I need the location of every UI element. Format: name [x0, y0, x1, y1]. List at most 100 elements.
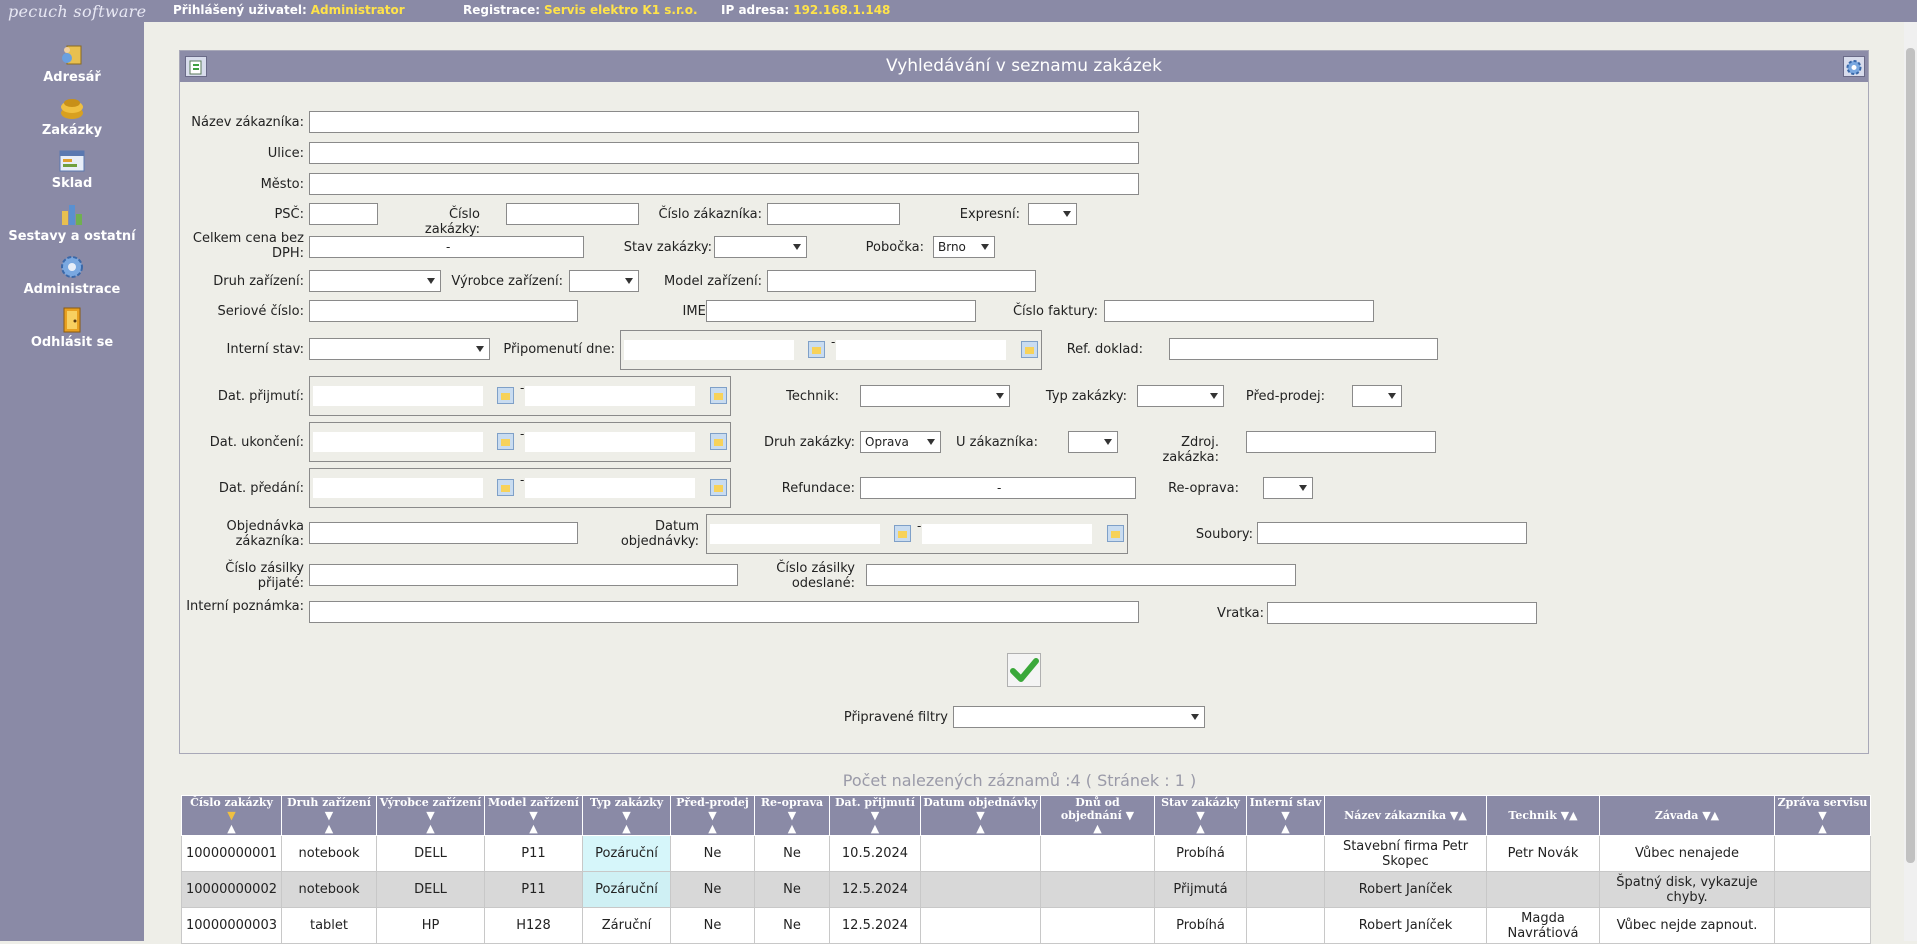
internal-state-select[interactable]	[309, 338, 490, 360]
results-table: Číslo zakázky ▼ ▲ Druh zařízení ▼ ▲ Výrobc…	[181, 795, 1871, 944]
date-received-range: -	[309, 376, 731, 416]
calendar-icon[interactable]	[710, 387, 727, 404]
customer-number-input[interactable]	[767, 203, 900, 225]
sidebar-item-reports[interactable]: Sestavy a ostatní	[0, 201, 144, 244]
at-customer-select[interactable]	[1068, 431, 1118, 453]
column-header[interactable]: Výrobce zařízení ▼ ▲	[376, 795, 485, 836]
column-header[interactable]: Re-oprava ▼ ▲	[754, 795, 830, 836]
column-header[interactable]: Závada ▼▲	[1599, 795, 1775, 836]
device-model-input[interactable]	[767, 270, 1036, 292]
calendar-icon[interactable]	[710, 433, 727, 450]
calendar-icon[interactable]	[710, 479, 727, 496]
internal-note-input[interactable]	[309, 601, 1139, 623]
table-row[interactable]: 10000000001 notebook DELL P11 Pozáruční …	[181, 835, 1871, 872]
files-input[interactable]	[1257, 522, 1527, 544]
calendar-icon[interactable]	[1107, 525, 1124, 542]
manufacturer-label: Výrobce zařízení:	[451, 274, 563, 289]
order-type-select[interactable]	[1137, 385, 1224, 407]
column-header[interactable]: Datum objednávky ▼ ▲	[920, 795, 1041, 836]
repair-again-select[interactable]	[1263, 477, 1313, 499]
scrollbar-thumb[interactable]	[1906, 48, 1915, 863]
address-book-icon	[62, 45, 82, 65]
sidebar-item-warehouse[interactable]: Sklad	[0, 148, 144, 191]
table-cell: Petr Novák	[1486, 835, 1600, 872]
table-row[interactable]: 10000000003 tablet HP H128 Záruční Ne Ne…	[181, 907, 1871, 944]
calendar-icon[interactable]	[497, 479, 514, 496]
reminder-date-to[interactable]	[836, 340, 1006, 360]
date-finished-to[interactable]	[525, 432, 695, 452]
column-header[interactable]: Stav zakázky ▼ ▲	[1154, 795, 1247, 836]
branch-selected-value: Brno	[938, 240, 966, 254]
date-finished-from[interactable]	[313, 432, 483, 452]
sidebar: Adresář Zakázky Sklad Sestavy a ostatní …	[0, 22, 144, 941]
imei-input[interactable]	[706, 300, 976, 322]
date-handover-to[interactable]	[525, 478, 695, 498]
column-header[interactable]: Číslo zakázky ▼ ▲	[181, 795, 282, 836]
logged-user-label: Přihlášený uživatel:	[173, 3, 307, 17]
ip-address: IP adresa: 192.168.1.148	[721, 3, 890, 17]
source-order-input[interactable]	[1246, 431, 1436, 453]
sidebar-item-orders[interactable]: Zakázky	[0, 95, 144, 138]
shipment-sent-input[interactable]	[866, 564, 1296, 586]
refund-range[interactable]: -	[860, 477, 1136, 499]
column-header[interactable]: Dnů od objednání ▼ ▲	[1040, 795, 1155, 836]
technician-select[interactable]	[860, 385, 1010, 407]
order-state-select[interactable]	[714, 236, 807, 258]
column-header[interactable]: Model zařízení ▼ ▲	[484, 795, 583, 836]
total-price-range[interactable]: -	[309, 236, 584, 258]
sidebar-item-logout[interactable]: Odhlásit se	[0, 307, 144, 350]
reminder-date-from[interactable]	[624, 340, 794, 360]
shipment-received-input[interactable]	[309, 564, 738, 586]
city-input[interactable]	[309, 173, 1139, 195]
prepared-filters-select[interactable]	[953, 706, 1205, 728]
table-cell: Pozáruční	[582, 871, 671, 908]
date-received-to[interactable]	[525, 386, 695, 406]
sidebar-item-address-book[interactable]: Adresář	[0, 42, 144, 85]
range-separator: -	[446, 240, 451, 254]
table-row[interactable]: 10000000002 notebook DELL P11 Pozáruční …	[181, 871, 1871, 908]
street-input[interactable]	[309, 142, 1139, 164]
device-type-select[interactable]	[309, 270, 441, 292]
column-header[interactable]: Druh zařízení ▼ ▲	[281, 795, 377, 836]
order-kind-select[interactable]: Oprava	[860, 431, 941, 453]
column-header[interactable]: Technik ▼▲	[1486, 795, 1600, 836]
logged-user: Přihlášený uživatel: Administrator	[173, 3, 405, 17]
page-scrollbar[interactable]	[1904, 22, 1917, 941]
ref-document-input[interactable]	[1169, 338, 1438, 360]
date-finished-label: Dat. ukončení:	[209, 435, 304, 450]
invoice-number-input[interactable]	[1104, 300, 1374, 322]
reminder-date-range: -	[620, 330, 1042, 370]
return-input[interactable]	[1267, 602, 1537, 624]
export-button[interactable]	[185, 56, 207, 77]
column-header[interactable]: Dat. přijmutí ▼ ▲	[829, 795, 921, 836]
column-header[interactable]: Před-prodej ▼ ▲	[670, 795, 755, 836]
sidebar-item-administration[interactable]: Administrace	[0, 254, 144, 297]
table-cell: Ne	[670, 907, 755, 944]
date-handover-from[interactable]	[313, 478, 483, 498]
order-number-input[interactable]	[506, 203, 639, 225]
customer-order-input[interactable]	[309, 522, 578, 544]
column-header[interactable]: Typ zakázky ▼ ▲	[582, 795, 671, 836]
settings-button[interactable]	[1843, 56, 1865, 77]
calendar-icon[interactable]	[497, 433, 514, 450]
column-header[interactable]: Zpráva servisu ▼ ▲	[1774, 795, 1871, 836]
calendar-icon[interactable]	[894, 525, 911, 542]
calendar-icon[interactable]	[1021, 341, 1038, 358]
table-cell: 12.5.2024	[829, 907, 921, 944]
column-header[interactable]: Název zákazníka ▼▲	[1324, 795, 1487, 836]
zip-input[interactable]	[309, 203, 378, 225]
search-submit-button[interactable]	[1007, 653, 1041, 687]
pre-sale-select[interactable]	[1352, 385, 1402, 407]
calendar-icon[interactable]	[497, 387, 514, 404]
column-header[interactable]: Interní stav ▼ ▲	[1246, 795, 1325, 836]
manufacturer-select[interactable]	[569, 270, 639, 292]
order-date-from[interactable]	[710, 524, 880, 544]
date-received-from[interactable]	[313, 386, 483, 406]
calendar-icon[interactable]	[808, 341, 825, 358]
serial-number-input[interactable]	[309, 300, 578, 322]
express-label: Expresní:	[959, 207, 1020, 222]
customer-name-input[interactable]	[309, 111, 1139, 133]
express-select[interactable]	[1028, 203, 1077, 225]
branch-select[interactable]: Brno	[933, 236, 995, 258]
order-date-to[interactable]	[922, 524, 1092, 544]
